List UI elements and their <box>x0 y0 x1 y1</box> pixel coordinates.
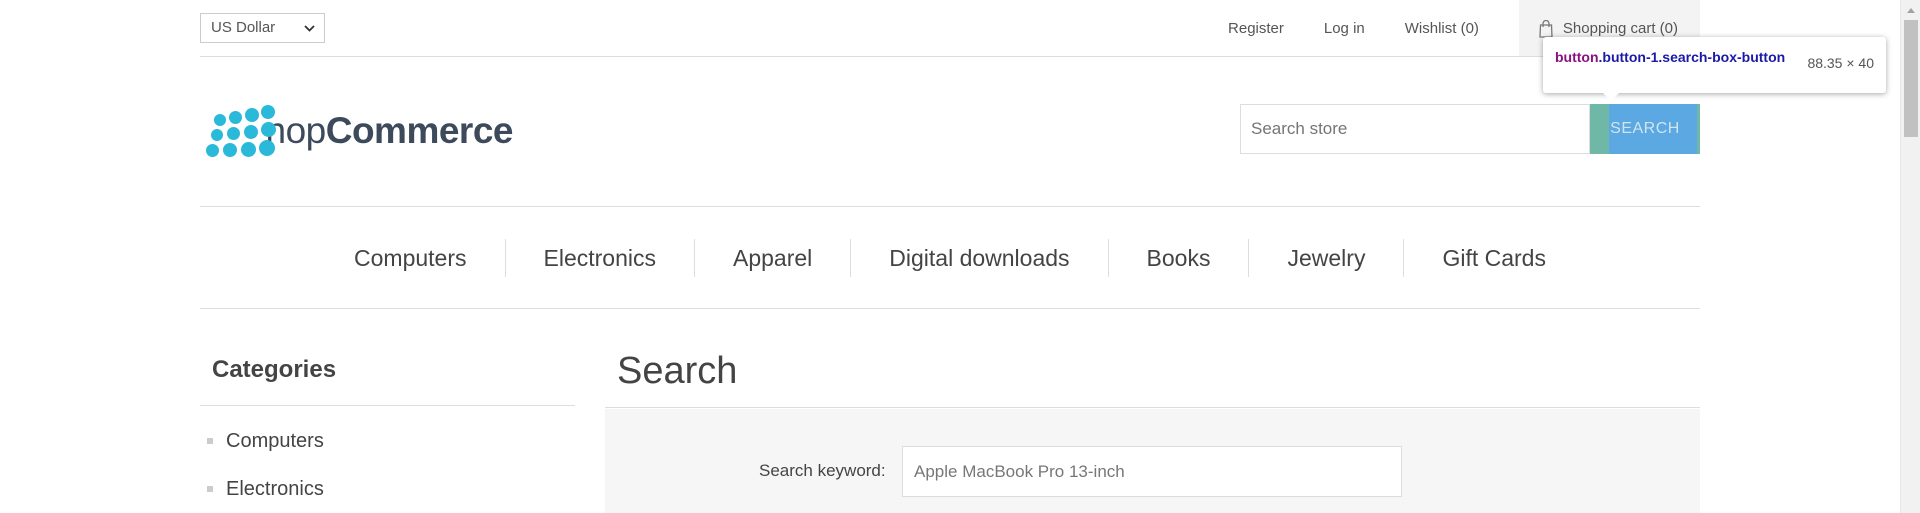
search-input[interactable] <box>1240 104 1590 154</box>
header-links-bar: US Dollar Register Log in Wishlist (0) S… <box>200 0 1700 57</box>
nopcommerce-logo[interactable]: nopCommerce <box>203 103 514 159</box>
currency-value: US Dollar <box>211 19 276 36</box>
menu-item-electronics[interactable]: Electronics <box>504 238 694 277</box>
shopping-cart-link[interactable]: Shopping cart (0) <box>1563 20 1678 37</box>
chevron-down-icon <box>303 18 316 41</box>
login-link[interactable]: Log in <box>1324 20 1365 37</box>
tooltip-tag: button <box>1555 49 1599 65</box>
wishlist-link[interactable]: Wishlist (0) <box>1405 20 1479 37</box>
logo-text: nopCommerce <box>266 110 514 152</box>
logo-dots-icon <box>203 103 276 159</box>
shopping-bag-icon <box>1539 19 1553 38</box>
scrollbar-thumb[interactable] <box>1904 20 1918 137</box>
register-link[interactable]: Register <box>1228 20 1284 37</box>
search-button-label: SEARCH <box>1610 120 1680 137</box>
tooltip-selector: button.button-1.search-box-button <box>1555 46 1825 68</box>
menu-item-jewelry[interactable]: Jewelry <box>1248 238 1403 277</box>
category-item-electronics[interactable]: Electronics <box>205 478 575 513</box>
search-box: SEARCH <box>1240 104 1700 154</box>
menu-item-apparel[interactable]: Apparel <box>693 238 850 277</box>
category-label[interactable]: Electronics <box>226 478 324 501</box>
top-menu: Computers Electronics Apparel Digital do… <box>200 206 1700 309</box>
search-keyword-label: Search keyword: <box>759 461 886 480</box>
menu-item-digital-downloads[interactable]: Digital downloads <box>850 238 1107 277</box>
currency-selector[interactable]: US Dollar <box>200 13 325 43</box>
menu-item-gift-cards[interactable]: Gift Cards <box>1403 238 1584 277</box>
page-title: Search <box>605 350 1700 408</box>
bullet-icon <box>207 486 213 492</box>
category-label[interactable]: Computers <box>226 430 324 453</box>
menu-item-books[interactable]: Books <box>1107 238 1249 277</box>
bullet-icon <box>207 438 213 444</box>
sidebar-title: Categories <box>200 356 575 406</box>
menu-item-computers[interactable]: Computers <box>316 239 504 277</box>
tooltip-arrow <box>1603 93 1619 101</box>
page-scrollbar[interactable] <box>1900 0 1920 513</box>
tooltip-classes: .button-1.search-box-button <box>1598 49 1786 65</box>
search-keyword-input[interactable] <box>902 446 1402 497</box>
search-button[interactable]: SEARCH <box>1590 104 1700 154</box>
category-list: Computers Electronics <box>205 430 575 513</box>
logo-text-bold: Commerce <box>325 110 514 151</box>
category-item-computers[interactable]: Computers <box>205 430 575 478</box>
advanced-search-panel: Search keyword: <box>605 409 1700 513</box>
tooltip-dimensions: 88.35 × 40 <box>1807 55 1874 71</box>
scroll-up-arrow-icon[interactable] <box>1907 8 1915 13</box>
devtools-tooltip: button.button-1.search-box-button 88.35 … <box>1543 37 1886 101</box>
